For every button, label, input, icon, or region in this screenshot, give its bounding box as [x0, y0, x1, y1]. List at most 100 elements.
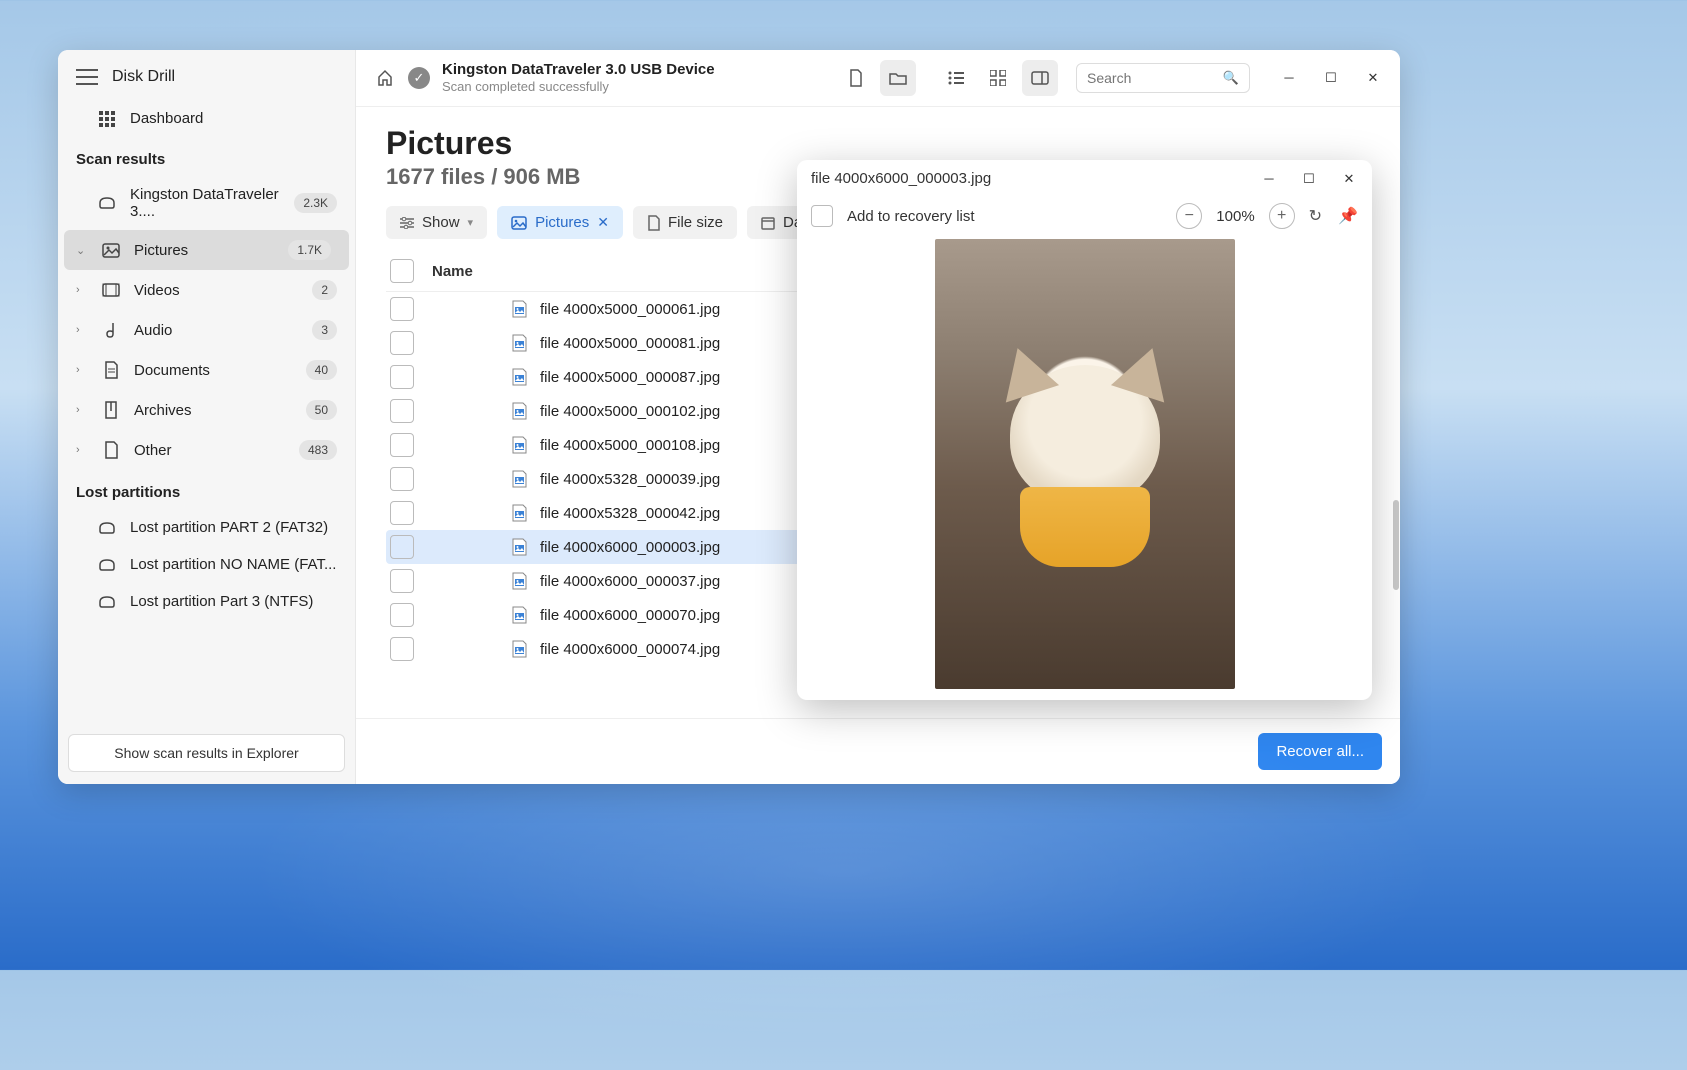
chevron-right-icon: › — [76, 284, 86, 296]
chevron-right-icon: › — [76, 404, 86, 416]
nav-device[interactable]: Kingston DataTraveler 3.... 2.3K — [58, 176, 355, 230]
documents-icon — [102, 361, 120, 379]
nav-category-label: Archives — [134, 402, 192, 419]
nav-lost-partition[interactable]: Lost partition PART 2 (FAT32) — [58, 509, 355, 546]
home-icon[interactable] — [374, 67, 396, 89]
row-checkbox[interactable] — [390, 535, 414, 559]
minimize-button[interactable]: ─ — [1280, 70, 1298, 86]
rotate-icon[interactable]: ↻ — [1309, 206, 1322, 226]
file-image-icon — [510, 368, 528, 386]
zoom-in-button[interactable]: + — [1269, 203, 1295, 229]
view-folder-icon[interactable] — [880, 60, 916, 96]
add-to-recovery-label: Add to recovery list — [847, 208, 975, 225]
nav-category-count: 1.7K — [288, 240, 331, 260]
file-image-icon — [510, 606, 528, 624]
search-input[interactable] — [1087, 70, 1223, 86]
nav-category-audio[interactable]: ›Audio3 — [58, 310, 355, 350]
preview-minimize-button[interactable]: ─ — [1260, 171, 1278, 187]
row-checkbox[interactable] — [390, 399, 414, 423]
pin-icon[interactable]: 📌 — [1338, 206, 1358, 226]
status-check-icon: ✓ — [408, 67, 430, 89]
nav-category-label: Pictures — [134, 242, 188, 259]
nav-lost-partition[interactable]: Lost partition NO NAME (FAT... — [58, 546, 355, 583]
maximize-button[interactable]: ☐ — [1322, 70, 1340, 86]
row-checkbox[interactable] — [390, 603, 414, 627]
row-checkbox[interactable] — [390, 569, 414, 593]
row-checkbox[interactable] — [390, 501, 414, 525]
preview-window: file 4000x6000_000003.jpg ─ ☐ ✕ Add to r… — [797, 160, 1372, 700]
view-list-icon[interactable] — [938, 60, 974, 96]
view-file-icon[interactable] — [838, 60, 874, 96]
file-image-icon — [510, 572, 528, 590]
close-button[interactable]: ✕ — [1364, 70, 1382, 86]
nav-category-label: Audio — [134, 322, 172, 339]
chevron-right-icon: › — [76, 324, 86, 336]
filter-show[interactable]: Show ▾ — [386, 206, 487, 239]
column-name-header[interactable]: Name — [432, 263, 473, 280]
view-sidebar-icon[interactable] — [1022, 60, 1058, 96]
select-all-checkbox[interactable] — [390, 259, 414, 283]
file-name: file 4000x5000_000081.jpg — [540, 335, 720, 352]
nav-device-count: 2.3K — [294, 193, 337, 213]
filter-pictures-clear[interactable]: ✕ — [597, 214, 609, 231]
preview-close-button[interactable]: ✕ — [1340, 171, 1358, 187]
file-name: file 4000x5328_000039.jpg — [540, 471, 720, 488]
file-name: file 4000x5000_000102.jpg — [540, 403, 720, 420]
nav-category-count: 40 — [306, 360, 337, 380]
chevron-down-icon: ▾ — [468, 216, 474, 229]
nav-category-videos[interactable]: ›Videos2 — [58, 270, 355, 310]
search-icon: 🔍 — [1223, 70, 1239, 86]
row-checkbox[interactable] — [390, 365, 414, 389]
nav-lost-partition[interactable]: Lost partition Part 3 (NTFS) — [58, 583, 355, 620]
page-title: Pictures — [386, 125, 1370, 162]
preview-maximize-button[interactable]: ☐ — [1300, 171, 1318, 187]
row-checkbox[interactable] — [390, 297, 414, 321]
search-box[interactable]: 🔍 — [1076, 63, 1250, 93]
filter-filesize[interactable]: File size — [633, 206, 737, 239]
file-name: file 4000x6000_000070.jpg — [540, 607, 720, 624]
file-name: file 4000x5000_000061.jpg — [540, 301, 720, 318]
file-name: file 4000x6000_000037.jpg — [540, 573, 720, 590]
drive-icon — [98, 559, 116, 571]
other-icon — [102, 441, 120, 459]
file-name: file 4000x5000_000087.jpg — [540, 369, 720, 386]
nav-category-count: 50 — [306, 400, 337, 420]
recover-all-button[interactable]: Recover all... — [1258, 733, 1382, 770]
nav-category-label: Videos — [134, 282, 180, 299]
drive-icon — [98, 197, 116, 209]
row-checkbox[interactable] — [390, 331, 414, 355]
nav-category-pictures[interactable]: ⌄ Pictures 1.7K — [64, 230, 349, 270]
image-icon — [511, 216, 527, 230]
nav-category-documents[interactable]: ›Documents40 — [58, 350, 355, 390]
file-image-icon — [510, 436, 528, 454]
preview-image-container — [797, 239, 1372, 700]
file-image-icon — [510, 640, 528, 658]
row-checkbox[interactable] — [390, 637, 414, 661]
chevron-right-icon: ⌄ — [76, 244, 86, 257]
nav-device-label: Kingston DataTraveler 3.... — [130, 186, 280, 220]
videos-icon — [102, 283, 120, 297]
add-to-recovery-checkbox[interactable] — [811, 205, 833, 227]
zoom-level: 100% — [1216, 208, 1254, 225]
scan-status: Scan completed successfully — [442, 79, 715, 95]
zoom-out-button[interactable]: − — [1176, 203, 1202, 229]
nav-dashboard[interactable]: Dashboard — [58, 100, 355, 137]
preview-image — [935, 239, 1235, 689]
menu-icon[interactable] — [76, 69, 98, 85]
scrollbar-thumb[interactable] — [1393, 500, 1399, 590]
file-image-icon — [510, 504, 528, 522]
pictures-icon — [102, 243, 120, 258]
nav-category-label: Other — [134, 442, 172, 459]
nav-category-other[interactable]: ›Other483 — [58, 430, 355, 470]
show-in-explorer-button[interactable]: Show scan results in Explorer — [68, 734, 345, 772]
nav-category-archives[interactable]: › Archives 50 — [58, 390, 355, 430]
file-name: file 4000x6000_000003.jpg — [540, 539, 720, 556]
nav-lost-label: Lost partition Part 3 (NTFS) — [130, 593, 313, 610]
filter-filesize-label: File size — [668, 214, 723, 231]
device-title: Kingston DataTraveler 3.0 USB Device — [442, 61, 715, 80]
view-grid-icon[interactable] — [980, 60, 1016, 96]
row-checkbox[interactable] — [390, 433, 414, 457]
filter-pictures[interactable]: Pictures ✕ — [497, 206, 623, 239]
nav-lost-label: Lost partition NO NAME (FAT... — [130, 556, 336, 573]
row-checkbox[interactable] — [390, 467, 414, 491]
